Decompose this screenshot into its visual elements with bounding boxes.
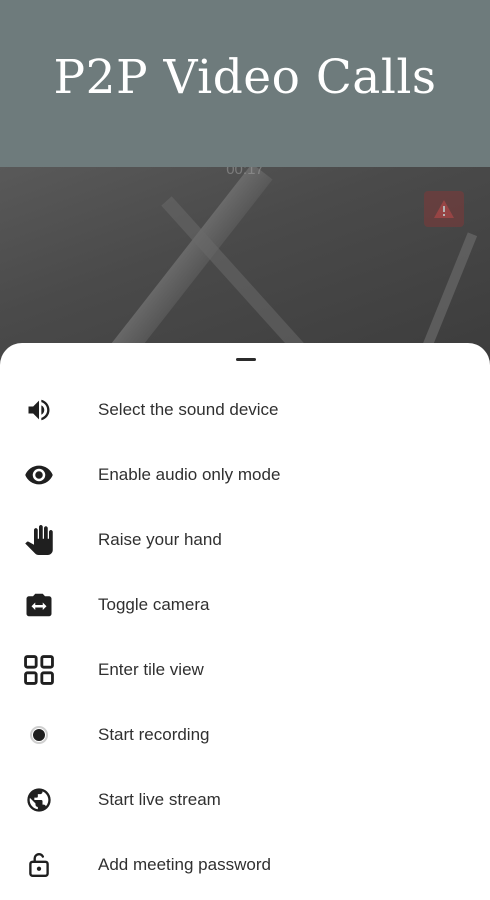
- menu-item-tile-view[interactable]: Enter tile view: [0, 640, 490, 700]
- hand-icon: [22, 523, 56, 557]
- menu-item-label: Start live stream: [98, 790, 221, 809]
- call-timer: 00:17: [226, 167, 264, 178]
- menu-item-start-recording[interactable]: Start recording: [0, 705, 490, 765]
- banner-title: P2P Video Calls: [53, 50, 437, 105]
- menu-item-label: Add meeting password: [98, 855, 271, 874]
- eye-icon: [22, 458, 56, 492]
- menu-item-label: Enter tile view: [98, 660, 204, 679]
- menu-item-audio-only[interactable]: Enable audio only mode: [0, 445, 490, 505]
- menu-item-sound-device[interactable]: Select the sound device: [0, 380, 490, 440]
- tile-view-icon: [22, 653, 56, 687]
- menu-item-toggle-camera[interactable]: Toggle camera: [0, 575, 490, 635]
- menu-item-label: Raise your hand: [98, 530, 222, 549]
- menu-item-label: Start recording: [98, 725, 210, 744]
- promo-banner: P2P Video Calls: [0, 0, 490, 167]
- menu-item-label: Select the sound device: [98, 400, 279, 419]
- speaker-icon: [22, 393, 56, 427]
- menu-item-label: Toggle camera: [98, 595, 210, 614]
- video-feed: 00:17: [0, 167, 490, 367]
- record-icon: [22, 718, 56, 752]
- menu-item-meeting-password[interactable]: Add meeting password: [0, 835, 490, 895]
- menu-item-live-stream[interactable]: Start live stream: [0, 770, 490, 830]
- menu-item-raise-hand[interactable]: Raise your hand: [0, 510, 490, 570]
- sheet-drag-handle[interactable]: [236, 358, 256, 361]
- switch-camera-icon: [22, 588, 56, 622]
- options-bottom-sheet: Select the sound device Enable audio onl…: [0, 343, 490, 900]
- lock-icon: [22, 848, 56, 882]
- warning-icon[interactable]: [424, 191, 464, 227]
- globe-icon: [22, 783, 56, 817]
- menu-item-label: Enable audio only mode: [98, 465, 281, 484]
